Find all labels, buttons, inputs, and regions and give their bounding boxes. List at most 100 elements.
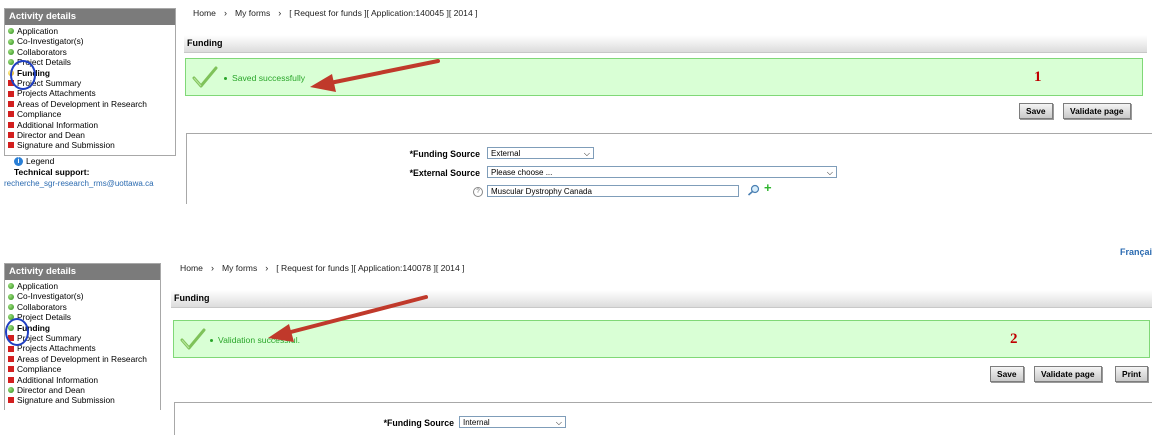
sidebar-item-label: Co-Investigator(s) <box>17 291 84 302</box>
green-dot-icon <box>8 38 14 45</box>
sidebar-item-signature-and-submission[interactable]: Signature and Submission <box>8 395 160 405</box>
red-square-icon <box>8 142 14 149</box>
section-title-bar: Funding <box>184 35 1147 53</box>
sidebar-item-label: Signature and Submission <box>17 395 115 406</box>
red-square-icon <box>8 100 14 107</box>
sidebar-item-director-and-dean[interactable]: Director and Dean <box>8 385 160 395</box>
support-email-link[interactable]: recherche_sgr-research_rms@uottawa.ca <box>4 178 176 189</box>
plus-icon[interactable]: + <box>764 181 772 194</box>
funding-source-value-2: Internal <box>463 418 490 427</box>
breadcrumb-separator: › <box>265 263 269 273</box>
legend[interactable]: i Legend <box>14 156 176 167</box>
sidebar-item-label: Collaborators <box>17 46 67 57</box>
sidebar-item-label: Signature and Submission <box>17 140 115 151</box>
validate-page-button-2[interactable]: Validate page <box>1034 366 1102 382</box>
sidebar-item-label: Areas of Development in Research <box>17 98 147 109</box>
sidebar-item-label: Collaborators <box>17 301 67 312</box>
highlight-circle <box>10 60 36 90</box>
help-icon[interactable]: ? <box>473 187 483 197</box>
sidebar-item-additional-information[interactable]: Additional Information <box>8 120 175 130</box>
red-square-icon <box>8 90 14 97</box>
sidebar-item-collaborators[interactable]: Collaborators <box>8 47 175 57</box>
breadcrumb-home[interactable]: Home <box>180 263 203 273</box>
external-source-select[interactable]: Please choose ... ⌵ <box>487 166 837 178</box>
green-dot-icon <box>8 303 14 310</box>
green-dot-icon <box>8 48 14 55</box>
highlight-circle-2 <box>5 318 29 346</box>
chevron-down-icon: ⌵ <box>826 168 833 177</box>
breadcrumb-my-forms[interactable]: My forms <box>222 263 257 273</box>
external-source-label: *External Source <box>409 168 480 178</box>
validation-message-box: Validation successful. 2 <box>173 320 1150 358</box>
sidebar-item-areas-of-development-in-research[interactable]: Areas of Development in Research <box>8 354 160 364</box>
breadcrumb-current: [ Request for funds ][ Application:14004… <box>289 8 478 18</box>
sidebar-item-label: Projects Attachments <box>17 88 96 99</box>
success-message-text: Saved successfully <box>232 73 306 83</box>
sidebar-item-signature-and-submission[interactable]: Signature and Submission <box>8 140 175 150</box>
red-square-icon <box>8 397 14 404</box>
breadcrumb-separator: › <box>223 8 227 18</box>
breadcrumb: Home › My forms › [ Request for funds ][ App… <box>193 8 478 18</box>
save-button-2[interactable]: Save <box>990 366 1024 382</box>
sidebar: Activity details Application Co-Investiga… <box>4 8 176 189</box>
breadcrumb-home[interactable]: Home <box>193 8 216 18</box>
sidebar-item-projects-attachments[interactable]: Projects Attachments <box>8 88 175 98</box>
sidebar-item-projects-attachments[interactable]: Projects Attachments <box>8 343 160 353</box>
bullet-icon <box>224 76 227 80</box>
sidebar-item-additional-information[interactable]: Additional Information <box>8 375 160 385</box>
validation-message-text: Validation successful. <box>218 335 301 345</box>
funding-source-label: *Funding Source <box>409 149 480 159</box>
sidebar-item-collaborators[interactable]: Collaborators <box>8 302 160 312</box>
sidebar-list-2: Application Co-Investigator(s) Collaborato… <box>5 280 160 410</box>
sidebar-header-2: Activity details <box>5 264 160 280</box>
sidebar-item-compliance[interactable]: Compliance <box>8 364 160 374</box>
sidebar-item-compliance[interactable]: Compliance <box>8 109 175 119</box>
sponsor-value: Muscular Dystrophy Canada <box>491 187 592 196</box>
external-source-value: Please choose ... <box>491 168 553 177</box>
sidebar-item-label: Application <box>17 26 58 36</box>
sidebar-item-areas-of-development-in-research[interactable]: Areas of Development in Research <box>8 99 175 109</box>
funding-source-select-2[interactable]: Internal ⌵ <box>459 416 566 428</box>
print-button[interactable]: Print <box>1115 366 1149 382</box>
sidebar-item-director-and-dean[interactable]: Director and Dean <box>8 130 175 140</box>
chevron-down-icon: ⌵ <box>555 418 562 427</box>
validate-page-button[interactable]: Validate page <box>1063 103 1131 119</box>
language-link[interactable]: Françai <box>1120 247 1152 257</box>
sidebar-item-co-investigator-s[interactable]: Co-Investigator(s) <box>8 36 175 46</box>
funding-source-select[interactable]: External ⌵ <box>487 147 594 159</box>
breadcrumb-separator: › <box>278 8 282 18</box>
sidebar-item-funding[interactable]: Funding <box>8 323 160 333</box>
sidebar-item-project-details[interactable]: Project Details <box>8 312 160 322</box>
breadcrumb-current: [ Request for funds ][ Application:14007… <box>276 263 465 273</box>
sidebar-item-project-summary[interactable]: Project Summary <box>8 333 160 343</box>
sidebar-item-application[interactable]: Application <box>8 26 175 36</box>
legend-label: Legend <box>26 156 55 167</box>
sidebar-item-co-investigator-s[interactable]: Co-Investigator(s) <box>8 291 160 301</box>
validation-message: Validation successful. <box>210 335 300 345</box>
sponsor-input[interactable]: Muscular Dystrophy Canada <box>487 185 739 197</box>
red-square-icon <box>8 355 14 362</box>
red-square-icon <box>8 366 14 373</box>
section-title: Funding <box>187 38 223 48</box>
bullet-icon <box>210 338 213 342</box>
breadcrumb-separator: › <box>210 263 214 273</box>
red-square-icon <box>8 121 14 128</box>
sidebar-item-label: Additional Information <box>17 119 99 130</box>
chevron-down-icon: ⌵ <box>583 149 590 158</box>
magnifier-icon[interactable] <box>747 184 761 196</box>
success-message-box: Saved successfully 1 <box>185 58 1143 96</box>
sidebar-item-label: Co-Investigator(s) <box>17 36 84 47</box>
section-title-bar-2: Funding <box>171 290 1152 308</box>
sidebar-item-label: Director and Dean <box>17 129 85 140</box>
annotation-marker: 1 <box>1034 69 1042 85</box>
save-button[interactable]: Save <box>1019 103 1053 119</box>
breadcrumb-2: Home › My forms › [ Request for funds ][ App… <box>180 263 465 273</box>
breadcrumb-my-forms[interactable]: My forms <box>235 8 270 18</box>
info-icon: i <box>14 156 23 166</box>
checkmark-icon <box>192 66 218 88</box>
green-dot-icon <box>8 283 14 290</box>
success-message: Saved successfully <box>224 73 305 83</box>
sidebar-header: Activity details <box>5 9 175 25</box>
sidebar-item-label: Director and Dean <box>17 384 85 395</box>
sidebar-item-application[interactable]: Application <box>8 281 160 291</box>
